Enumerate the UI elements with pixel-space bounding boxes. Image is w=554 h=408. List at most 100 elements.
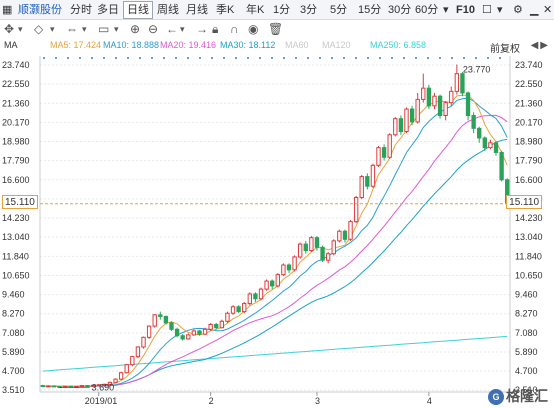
zoom-out-icon[interactable]: ⊖ bbox=[148, 21, 158, 37]
period-intraday[interactable]: 分时 bbox=[70, 2, 92, 18]
move-tool-arrow-icon[interactable]: ▾ bbox=[18, 21, 23, 37]
stock-name[interactable]: 顺灏股份 bbox=[18, 2, 62, 18]
dropdown-arrow-icon-2[interactable]: ▾ bbox=[497, 2, 503, 18]
marker-dot bbox=[235, 57, 237, 59]
ma20-line bbox=[42, 114, 508, 387]
delete-icon[interactable]: 🗑︎ bbox=[268, 21, 283, 37]
candle-body bbox=[320, 246, 325, 261]
y-tick-label-left: 9.460 bbox=[2, 290, 25, 300]
period-30min[interactable]: 30分 bbox=[388, 2, 411, 18]
period-yearly[interactable]: 年K bbox=[246, 2, 264, 18]
period-monthly[interactable]: 月线 bbox=[186, 2, 208, 18]
candle-body bbox=[449, 90, 454, 104]
candle-body bbox=[437, 95, 443, 116]
candle-body bbox=[152, 314, 157, 327]
dropdown-arrow-icon[interactable]: ▾ bbox=[443, 2, 449, 18]
indicator-name[interactable]: MA bbox=[4, 40, 18, 50]
close-icon[interactable]: ✕ bbox=[543, 2, 552, 18]
period-15min[interactable]: 15分 bbox=[358, 2, 381, 18]
x-tick-label: 4 bbox=[427, 396, 432, 406]
y-tick-label-right: 21.360 bbox=[515, 98, 543, 108]
candle-body bbox=[118, 372, 124, 380]
candle-body bbox=[208, 323, 213, 330]
marker-dot bbox=[391, 57, 393, 59]
forward-icon[interactable]: → bbox=[196, 21, 208, 37]
grid-menu-icon[interactable]: ▦ bbox=[2, 2, 12, 18]
candle-body bbox=[130, 356, 135, 366]
period-weekly[interactable]: 周线 bbox=[157, 2, 179, 18]
candle-body bbox=[303, 243, 308, 252]
candle-body bbox=[79, 385, 85, 388]
y-tick-label-right: 4.700 bbox=[515, 366, 538, 376]
marker-dot bbox=[343, 57, 345, 59]
candle-body bbox=[404, 108, 409, 133]
period-multiday[interactable]: 多日 bbox=[97, 2, 119, 18]
period-daily[interactable]: 日线 bbox=[123, 1, 153, 19]
draw-tool-arrow-icon[interactable]: ▾ bbox=[50, 21, 55, 37]
candle-body bbox=[286, 264, 292, 271]
candle-body bbox=[376, 147, 381, 166]
period-1min[interactable]: 1分 bbox=[273, 2, 290, 18]
draw-tool-icon[interactable]: ◇ bbox=[34, 21, 43, 37]
candle-body bbox=[225, 312, 230, 322]
candle-body bbox=[247, 293, 252, 305]
move-tool-icon[interactable]: ✥ bbox=[4, 21, 14, 37]
period-60min[interactable]: 60分 bbox=[415, 2, 438, 18]
low-price-label: 3.690 bbox=[92, 382, 115, 392]
period-quarterly[interactable]: 季K bbox=[216, 2, 234, 18]
pan-tool-arrow-icon[interactable]: ▾ bbox=[82, 21, 87, 37]
candle-body bbox=[146, 325, 152, 338]
magnet-icon[interactable]: ∩ bbox=[230, 21, 239, 37]
ma20-label: MA20: 19.416 bbox=[160, 40, 217, 50]
marker-dot bbox=[211, 57, 213, 59]
y-tick-label-right: 11.840 bbox=[515, 251, 542, 261]
ma30-line bbox=[42, 138, 508, 387]
zoom-in-icon[interactable]: ⊕ bbox=[130, 21, 140, 37]
text-tool-icon[interactable]: ▭ bbox=[98, 21, 109, 37]
checkbox-icon[interactable]: ☐ bbox=[482, 2, 492, 18]
x-tick-label: 3 bbox=[315, 396, 320, 406]
pan-tool-icon[interactable]: ⇔ bbox=[66, 21, 78, 37]
marker-dot bbox=[151, 57, 153, 59]
kline-chart[interactable]: 23.740 23.740 22.550 22.550 21.360 21.360 20.1… bbox=[0, 52, 554, 408]
candle-body bbox=[230, 306, 236, 314]
lock-icon[interactable]: 🔒︎ bbox=[212, 21, 218, 37]
marker-dot bbox=[79, 57, 81, 59]
eye-icon[interactable]: ◉ bbox=[248, 21, 258, 37]
ma5-line bbox=[42, 94, 508, 388]
candle-body bbox=[292, 256, 297, 271]
marker-dot bbox=[139, 57, 141, 59]
x-tick-label: 2019/01 bbox=[85, 396, 118, 406]
candle-body bbox=[370, 164, 376, 187]
candle-body bbox=[409, 108, 415, 123]
candle-body bbox=[258, 288, 264, 300]
candle-body bbox=[186, 334, 191, 340]
marker-dot bbox=[355, 57, 357, 59]
y-tick-label-right: 9.460 bbox=[515, 290, 538, 300]
period-5min[interactable]: 5分 bbox=[330, 2, 347, 18]
candle-body bbox=[253, 293, 258, 300]
back-arrow-icon[interactable]: ▾ bbox=[180, 21, 185, 37]
ma5-label: MA5: 17.424 bbox=[50, 40, 102, 50]
candle-body bbox=[499, 151, 504, 181]
marker-dot bbox=[91, 57, 93, 59]
text-tool-arrow-icon[interactable]: ▾ bbox=[114, 21, 119, 37]
minimize-icon[interactable]: ▁ bbox=[530, 2, 538, 18]
candle-body bbox=[85, 385, 90, 388]
candle-body bbox=[236, 306, 241, 313]
candle-body bbox=[331, 240, 336, 255]
marker-dot bbox=[55, 57, 57, 59]
period-3min[interactable]: 3分 bbox=[300, 2, 317, 18]
candle-body bbox=[51, 385, 57, 388]
candle-body bbox=[460, 73, 465, 94]
settings-icon[interactable]: ⚙ bbox=[513, 2, 523, 18]
candle-body bbox=[398, 118, 404, 133]
back-icon[interactable]: ← bbox=[166, 21, 178, 37]
candle-body bbox=[174, 328, 180, 337]
scroll-arrows-icon[interactable]: ◀▶ bbox=[531, 40, 550, 51]
candle-body bbox=[264, 280, 269, 290]
drawing-toolbar: ✥ ▾ ◇ ▾ ⇔ ▾ ▭ ▾ ⊕ ⊖ ← ▾ → 🔒︎ ∩ ◉ 🗑︎ bbox=[0, 20, 554, 38]
candle-body bbox=[493, 142, 499, 153]
marker-dot bbox=[463, 57, 465, 59]
f10-button[interactable]: F10 bbox=[456, 2, 475, 18]
